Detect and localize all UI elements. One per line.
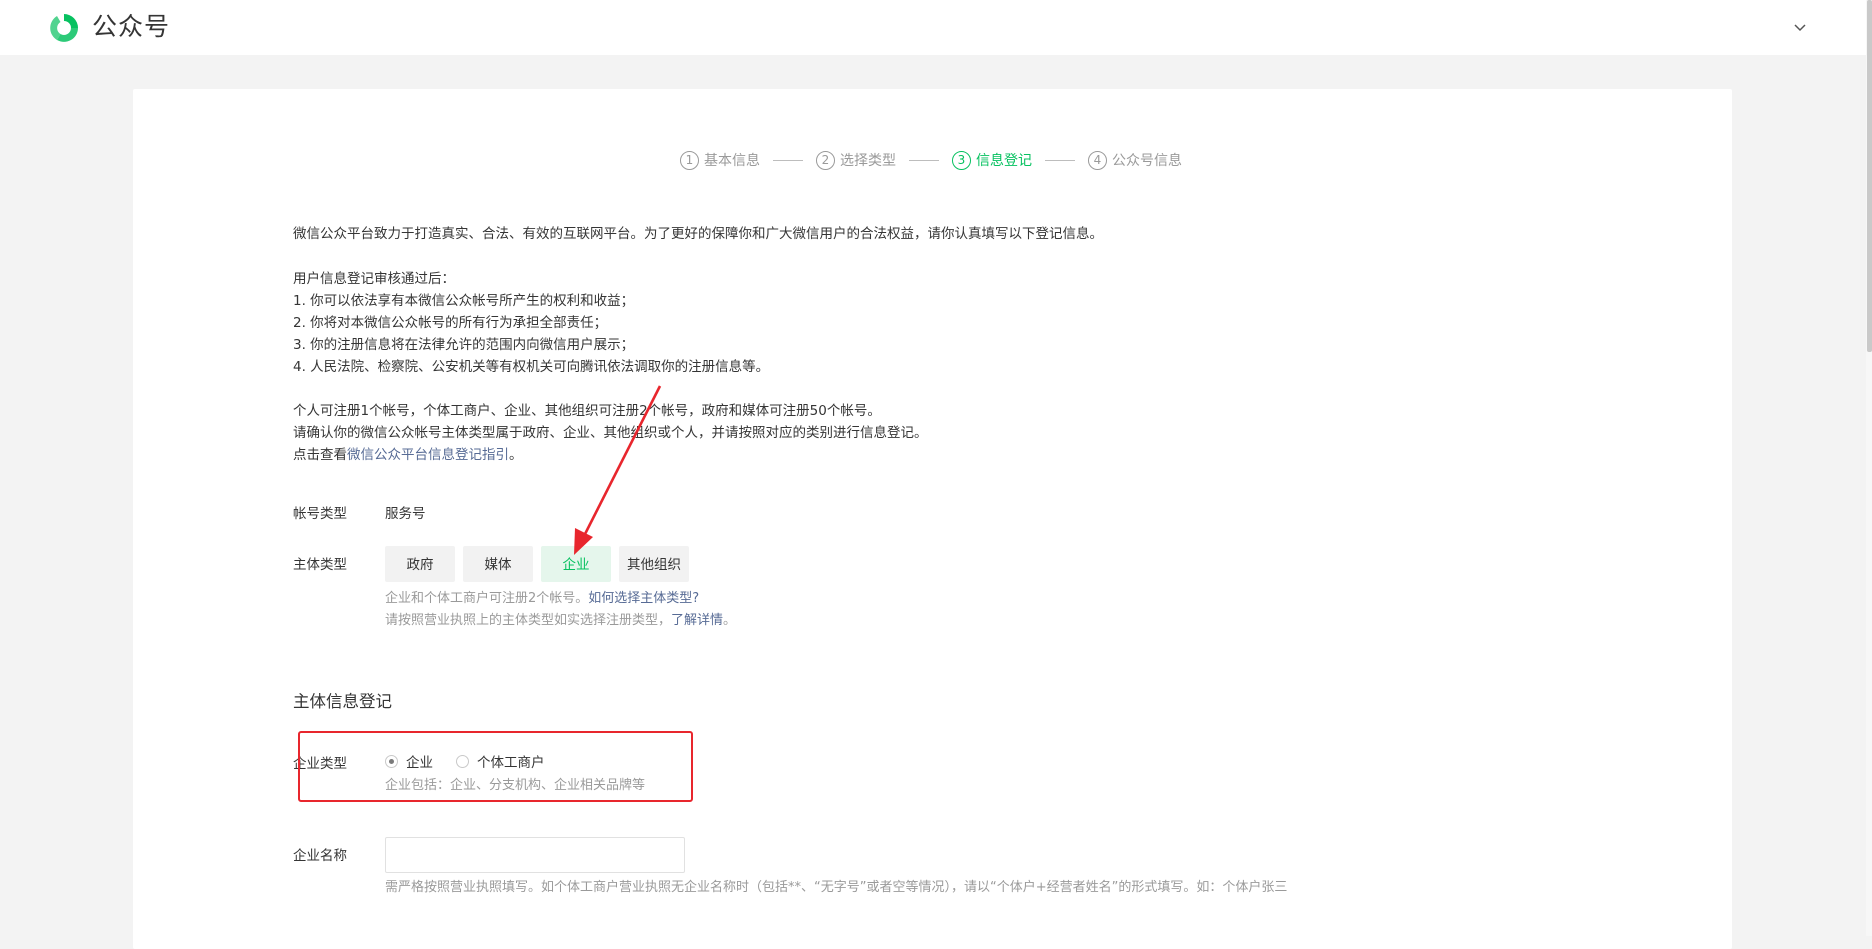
hint-text: 请按照营业执照上的主体类型如实选择注册类型， bbox=[385, 613, 672, 628]
step-number: 1 bbox=[680, 150, 699, 170]
notice-prefix: 点击查看 bbox=[293, 447, 347, 463]
intro-text: 微信公众平台致力于打造真实、合法、有效的互联网平台。为了更好的保障你和广大微信用… bbox=[293, 223, 1103, 245]
scrollbar-thumb[interactable] bbox=[1867, 0, 1872, 352]
subject-type-media-button[interactable]: 媒体 bbox=[463, 546, 533, 582]
subject-type-hint-2: 请按照营业执照上的主体类型如实选择注册类型，了解详情。 bbox=[385, 610, 736, 632]
how-to-choose-link[interactable]: 如何选择主体类型? bbox=[588, 591, 699, 606]
subject-type-hint: 企业和个体工商户可注册2个帐号。如何选择主体类型? bbox=[385, 588, 699, 610]
chevron-down-icon[interactable] bbox=[1790, 18, 1810, 38]
step-label: 公众号信息 bbox=[1112, 153, 1182, 169]
subject-type-label: 主体类型 bbox=[293, 557, 347, 573]
account-type-value: 服务号 bbox=[385, 506, 426, 522]
after-review-list: 用户信息登记审核通过后： 1. 你可以依法享有本微信公众帐号所产生的权利和收益；… bbox=[293, 268, 769, 378]
wechat-logo-icon[interactable] bbox=[45, 11, 83, 45]
step-label: 信息登记 bbox=[976, 153, 1032, 169]
step-select-type: 2 选择类型 bbox=[816, 150, 896, 170]
learn-more-link[interactable]: 了解详情 bbox=[671, 613, 723, 628]
registration-guide-link[interactable]: 微信公众平台信息登记指引 bbox=[347, 447, 509, 463]
list-item: 2. 你将对本微信公众帐号的所有行为承担全部责任； bbox=[293, 315, 608, 331]
section-title: 主体信息登记 bbox=[293, 692, 392, 711]
step-label: 选择类型 bbox=[840, 153, 896, 169]
step-divider bbox=[909, 159, 939, 161]
step-number: 3 bbox=[952, 150, 971, 170]
list-item: 3. 你的注册信息将在法律允许的范围内向微信用户展示； bbox=[293, 337, 635, 353]
step-label: 基本信息 bbox=[704, 153, 760, 169]
account-type-label: 帐号类型 bbox=[293, 506, 347, 522]
annotation-highlight-box bbox=[298, 731, 693, 802]
step-account-info: 4 公众号信息 bbox=[1088, 150, 1182, 170]
intro-line: 微信公众平台致力于打造真实、合法、有效的互联网平台。为了更好的保障你和广大微信用… bbox=[293, 226, 1103, 242]
registration-stepper: 1 基本信息 2 选择类型 3 信息登记 4 公众号信息 bbox=[680, 148, 1182, 172]
top-header: 公众号 bbox=[0, 0, 1868, 55]
step-basic-info: 1 基本信息 bbox=[680, 150, 760, 170]
step-divider bbox=[773, 159, 803, 161]
list-item: 1. 你可以依法享有本微信公众帐号所产生的权利和收益； bbox=[293, 293, 635, 309]
brand-title: 公众号 bbox=[92, 12, 171, 41]
step-number: 4 bbox=[1088, 150, 1107, 170]
registration-card bbox=[133, 89, 1732, 949]
enterprise-name-input[interactable] bbox=[385, 837, 685, 873]
step-number: 2 bbox=[816, 150, 835, 170]
step-divider bbox=[1045, 159, 1075, 161]
list-item: 4. 人民法院、检察院、公安机关等有权机关可向腾讯依法调取你的注册信息等。 bbox=[293, 359, 770, 375]
hint-text: 企业和个体工商户可注册2个帐号。 bbox=[385, 591, 589, 606]
notice-suffix: 。 bbox=[509, 447, 523, 463]
annotation-arrow-icon bbox=[574, 385, 662, 555]
after-review-title: 用户信息登记审核通过后： bbox=[293, 271, 455, 287]
hint-suffix: 。 bbox=[723, 613, 737, 628]
enterprise-name-label: 企业名称 bbox=[293, 848, 347, 864]
subject-type-government-button[interactable]: 政府 bbox=[385, 546, 455, 582]
enterprise-name-hint: 需严格按照营业执照填写。如个体工商户营业执照无企业名称时（包括**、“无字号”或… bbox=[385, 880, 1288, 895]
step-info-registration: 3 信息登记 bbox=[952, 150, 1032, 170]
